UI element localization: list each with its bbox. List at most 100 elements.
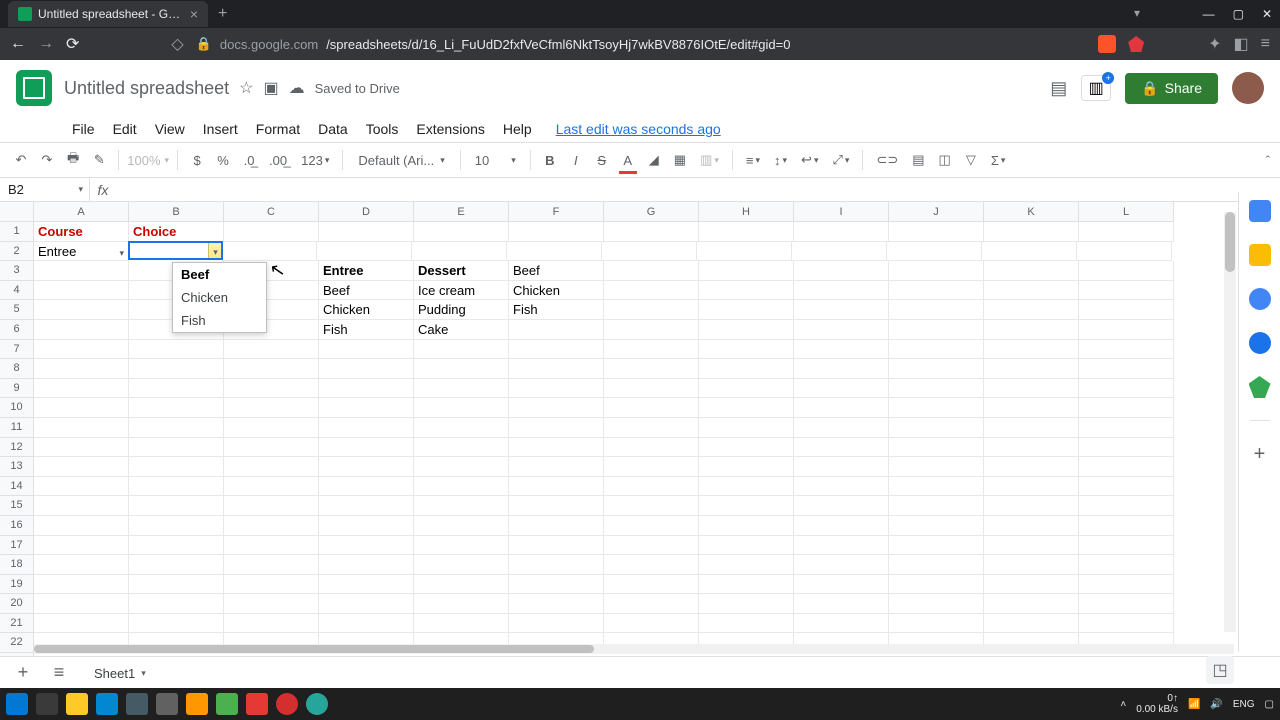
cell-H9[interactable] [699,379,794,399]
cell-F19[interactable] [509,575,604,595]
system-tray[interactable]: ˄ 0↑0.00 kB/s 📶 🔊 ENG ▢ [1120,693,1274,715]
merge-button[interactable]: ▥▾ [695,148,724,172]
cell-B7[interactable] [129,340,224,360]
zoom-select[interactable]: 100%▾ [127,153,169,168]
cell-B10[interactable] [129,398,224,418]
cell-G9[interactable] [604,379,699,399]
cell-A2[interactable]: Entree [34,242,129,262]
cell-A7[interactable] [34,340,129,360]
cell-D15[interactable] [319,496,414,516]
cell-I16[interactable] [794,516,889,536]
cell-J6[interactable] [889,320,984,340]
cell-B21[interactable] [129,614,224,634]
paint-format-button[interactable]: ✎ [88,148,110,172]
cell-L11[interactable] [1079,418,1174,438]
cell-J3[interactable] [889,261,984,281]
address-bar[interactable]: 🔒 docs.google.com/spreadsheets/d/16_Li_F… [196,36,1086,52]
cell-H7[interactable] [699,340,794,360]
cell-A15[interactable] [34,496,129,516]
row-header[interactable]: 1 [0,222,33,242]
row-header[interactable]: 11 [0,418,33,438]
sheets-logo-icon[interactable] [16,70,52,106]
cell-J19[interactable] [889,575,984,595]
cell-D20[interactable] [319,594,414,614]
cell-B12[interactable] [129,438,224,458]
cell-E21[interactable] [414,614,509,634]
cell-H21[interactable] [699,614,794,634]
column-header[interactable]: F [509,202,604,221]
cell-D13[interactable] [319,457,414,477]
link-button[interactable]: ⊂⊃ [871,148,903,172]
dropdown-option[interactable]: Beef [173,263,266,286]
add-addon-icon[interactable]: + [1254,443,1266,466]
cell-H14[interactable] [699,477,794,497]
percent-button[interactable]: % [212,149,234,172]
cell-A11[interactable] [34,418,129,438]
cell-F18[interactable] [509,555,604,575]
row-header[interactable]: 5 [0,300,33,320]
cell-G18[interactable] [604,555,699,575]
cell-H3[interactable] [699,261,794,281]
cell-H16[interactable] [699,516,794,536]
cell-B8[interactable] [129,359,224,379]
cell-C7[interactable] [224,340,319,360]
cell-K20[interactable] [984,594,1079,614]
cell-A21[interactable] [34,614,129,634]
comment-button[interactable]: ▤ [907,148,929,172]
document-title[interactable]: Untitled spreadsheet [64,78,229,99]
cell-L2[interactable] [1077,242,1172,262]
cell-F9[interactable] [509,379,604,399]
collapse-toolbar-icon[interactable]: ˆ [1266,153,1270,168]
h-align-button[interactable]: ≡▾ [741,149,765,172]
language-icon[interactable]: ENG [1233,699,1255,710]
cell-K7[interactable] [984,340,1079,360]
menu-extensions[interactable]: Extensions [408,119,492,139]
column-header[interactable]: E [414,202,509,221]
cell-I15[interactable] [794,496,889,516]
menu-insert[interactable]: Insert [195,119,246,139]
cell-E3[interactable]: Dessert [414,261,509,281]
cell-F13[interactable] [509,457,604,477]
chevron-down-icon[interactable]: ▾ [141,668,146,679]
cell-K12[interactable] [984,438,1079,458]
cell-L9[interactable] [1079,379,1174,399]
cell-I4[interactable] [794,281,889,301]
cell-C18[interactable] [224,555,319,575]
cell-H8[interactable] [699,359,794,379]
cell-J20[interactable] [889,594,984,614]
cell-K1[interactable] [984,222,1079,242]
cell-G1[interactable] [604,222,699,242]
cell-J9[interactable] [889,379,984,399]
cell-G12[interactable] [604,438,699,458]
column-header[interactable]: A [34,202,129,221]
cell-A12[interactable] [34,438,129,458]
cell-C2[interactable] [222,242,317,262]
cell-H20[interactable] [699,594,794,614]
cell-I3[interactable] [794,261,889,281]
column-header[interactable]: L [1079,202,1174,221]
menu-data[interactable]: Data [310,119,356,139]
cell-D17[interactable] [319,536,414,556]
cell-C11[interactable] [224,418,319,438]
cell-L3[interactable] [1079,261,1174,281]
cell-E17[interactable] [414,536,509,556]
cell-H15[interactable] [699,496,794,516]
cell-K21[interactable] [984,614,1079,634]
cell-K14[interactable] [984,477,1079,497]
row-header[interactable]: 8 [0,359,33,379]
row-header[interactable]: 17 [0,536,33,556]
cell-E13[interactable] [414,457,509,477]
cell-I21[interactable] [794,614,889,634]
cell-F8[interactable] [509,359,604,379]
row-header[interactable]: 9 [0,379,33,399]
taskbar-app-icon[interactable] [156,693,178,715]
cell-L6[interactable] [1079,320,1174,340]
column-header[interactable]: I [794,202,889,221]
cell-D10[interactable] [319,398,414,418]
back-button[interactable]: ← [10,35,26,53]
cell-I10[interactable] [794,398,889,418]
cell-J17[interactable] [889,536,984,556]
cell-G6[interactable] [604,320,699,340]
row-header[interactable]: 22 [0,633,33,653]
cell-J14[interactable] [889,477,984,497]
